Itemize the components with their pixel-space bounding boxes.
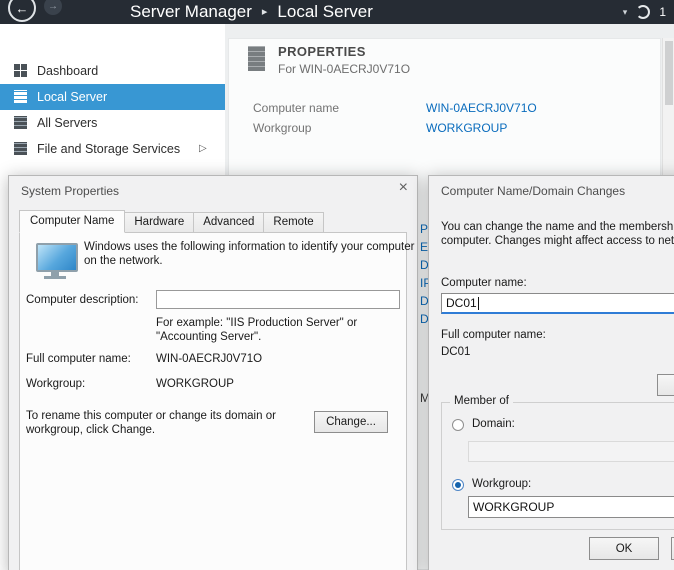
computer-name-domain-changes-dialog: Computer Name/Domain Changes You can cha… bbox=[428, 175, 674, 570]
more-button-clipped[interactable] bbox=[657, 374, 674, 396]
change-button[interactable]: Change... bbox=[314, 411, 388, 433]
app-title: Server Manager bbox=[130, 2, 252, 21]
workgroup-radio[interactable] bbox=[452, 479, 464, 491]
properties-header: PROPERTIES For WIN-0AECRJ0V71O bbox=[248, 44, 410, 76]
sidebar-item-label: File and Storage Services bbox=[37, 142, 180, 156]
properties-title: PROPERTIES bbox=[278, 44, 410, 59]
breadcrumb: Server Manager ▸ Local Server bbox=[130, 0, 373, 24]
domain-input[interactable] bbox=[468, 441, 674, 462]
workgroup-input-value: WORKGROUP bbox=[473, 500, 554, 514]
property-value-link[interactable]: WIN-0AECRJ0V71O bbox=[426, 101, 537, 115]
computer-description-label: Computer description: bbox=[26, 294, 139, 306]
section-title: Local Server bbox=[277, 2, 372, 21]
dialog-title: System Properties bbox=[21, 184, 119, 198]
domain-radio[interactable] bbox=[452, 419, 464, 431]
system-properties-dialog: System Properties × Computer Name Hardwa… bbox=[8, 175, 418, 570]
example-text: For example: "IIS Production Server" or bbox=[156, 317, 357, 329]
sidebar-item-all-servers[interactable]: All Servers bbox=[0, 110, 225, 136]
property-value-link[interactable]: WORKGROUP bbox=[426, 121, 507, 135]
server-tile-icon bbox=[248, 46, 265, 71]
intro-text: computer. Changes might affect access to… bbox=[441, 235, 674, 247]
computer-name-tab-page: Windows uses the following information t… bbox=[19, 232, 407, 570]
sidebar-item-label: Local Server bbox=[37, 90, 107, 104]
notification-count[interactable]: 1 bbox=[659, 5, 666, 19]
full-computer-name-value: WIN-0AECRJ0V71O bbox=[156, 353, 262, 365]
workgroup-value: WORKGROUP bbox=[156, 378, 234, 390]
member-of-legend: Member of bbox=[450, 395, 513, 407]
workgroup-radio-label[interactable]: Workgroup: bbox=[472, 478, 531, 490]
full-computer-name-label: Full computer name: bbox=[441, 329, 546, 341]
computer-monitor-icon bbox=[36, 243, 78, 272]
workgroup-label: Workgroup: bbox=[26, 378, 85, 390]
member-of-group: Member of Domain: Workgroup: WORKGROUP bbox=[441, 402, 674, 530]
forward-button[interactable]: → bbox=[44, 0, 62, 15]
titlebar-actions: ▾ 1 bbox=[623, 0, 666, 24]
ok-button[interactable]: OK bbox=[589, 537, 659, 560]
chevron-right-icon: ▷ bbox=[199, 143, 207, 154]
computer-name-label: Computer name: bbox=[441, 277, 527, 289]
sidebar-item-label: Dashboard bbox=[37, 64, 98, 78]
back-button[interactable]: ← bbox=[8, 0, 36, 22]
full-computer-name-label: Full computer name: bbox=[26, 353, 131, 365]
back-arrow-icon: ← bbox=[16, 1, 29, 16]
sidebar-item-label: All Servers bbox=[37, 116, 97, 130]
domain-radio-label[interactable]: Domain: bbox=[472, 418, 515, 430]
example-text: "Accounting Server". bbox=[156, 331, 261, 343]
server-icon bbox=[14, 90, 27, 103]
intro-text: You can change the name and the membersh… bbox=[441, 221, 674, 233]
full-computer-name-value: DC01 bbox=[441, 346, 470, 358]
rename-help-text: workgroup, click Change. bbox=[26, 424, 155, 436]
tab-strip: Computer Name Hardware Advanced Remote bbox=[19, 210, 323, 233]
refresh-icon[interactable] bbox=[636, 5, 650, 19]
property-label: Computer name bbox=[253, 101, 339, 115]
rename-help-text: To rename this computer or change its do… bbox=[26, 410, 276, 422]
property-label: Workgroup bbox=[253, 121, 311, 135]
sidebar-item-file-storage-services[interactable]: File and Storage Services ▷ bbox=[0, 136, 225, 162]
dialog-title: Computer Name/Domain Changes bbox=[441, 184, 625, 198]
tab-hardware[interactable]: Hardware bbox=[124, 212, 194, 233]
sidebar-item-dashboard[interactable]: Dashboard bbox=[0, 58, 225, 84]
storage-icon bbox=[14, 142, 27, 155]
intro-text: Windows uses the following information t… bbox=[84, 241, 414, 253]
intro-text: on the network. bbox=[84, 255, 163, 267]
sidebar-item-local-server[interactable]: Local Server bbox=[0, 84, 225, 110]
tab-computer-name[interactable]: Computer Name bbox=[19, 210, 125, 233]
breadcrumb-separator-icon: ▸ bbox=[262, 6, 268, 18]
properties-subtitle: For WIN-0AECRJ0V71O bbox=[278, 62, 410, 76]
text-caret bbox=[478, 297, 479, 310]
chevron-down-icon[interactable]: ▾ bbox=[623, 7, 628, 18]
forward-arrow-icon: → bbox=[48, 1, 58, 12]
dashboard-icon bbox=[14, 64, 27, 77]
servers-icon bbox=[14, 116, 27, 129]
scrollbar-thumb[interactable] bbox=[665, 41, 673, 105]
close-icon[interactable]: × bbox=[399, 180, 408, 196]
computer-description-input[interactable] bbox=[156, 290, 400, 309]
computer-name-input-value: DC01 bbox=[446, 296, 477, 310]
computer-name-input[interactable]: DC01 bbox=[441, 293, 674, 314]
titlebar: ← → Server Manager ▸ Local Server ▾ 1 bbox=[0, 0, 674, 24]
workgroup-input[interactable]: WORKGROUP bbox=[468, 496, 674, 518]
server-manager-window: ← → Server Manager ▸ Local Server ▾ 1 Dash… bbox=[0, 0, 674, 570]
tab-advanced[interactable]: Advanced bbox=[193, 212, 264, 233]
tab-remote[interactable]: Remote bbox=[263, 212, 323, 233]
